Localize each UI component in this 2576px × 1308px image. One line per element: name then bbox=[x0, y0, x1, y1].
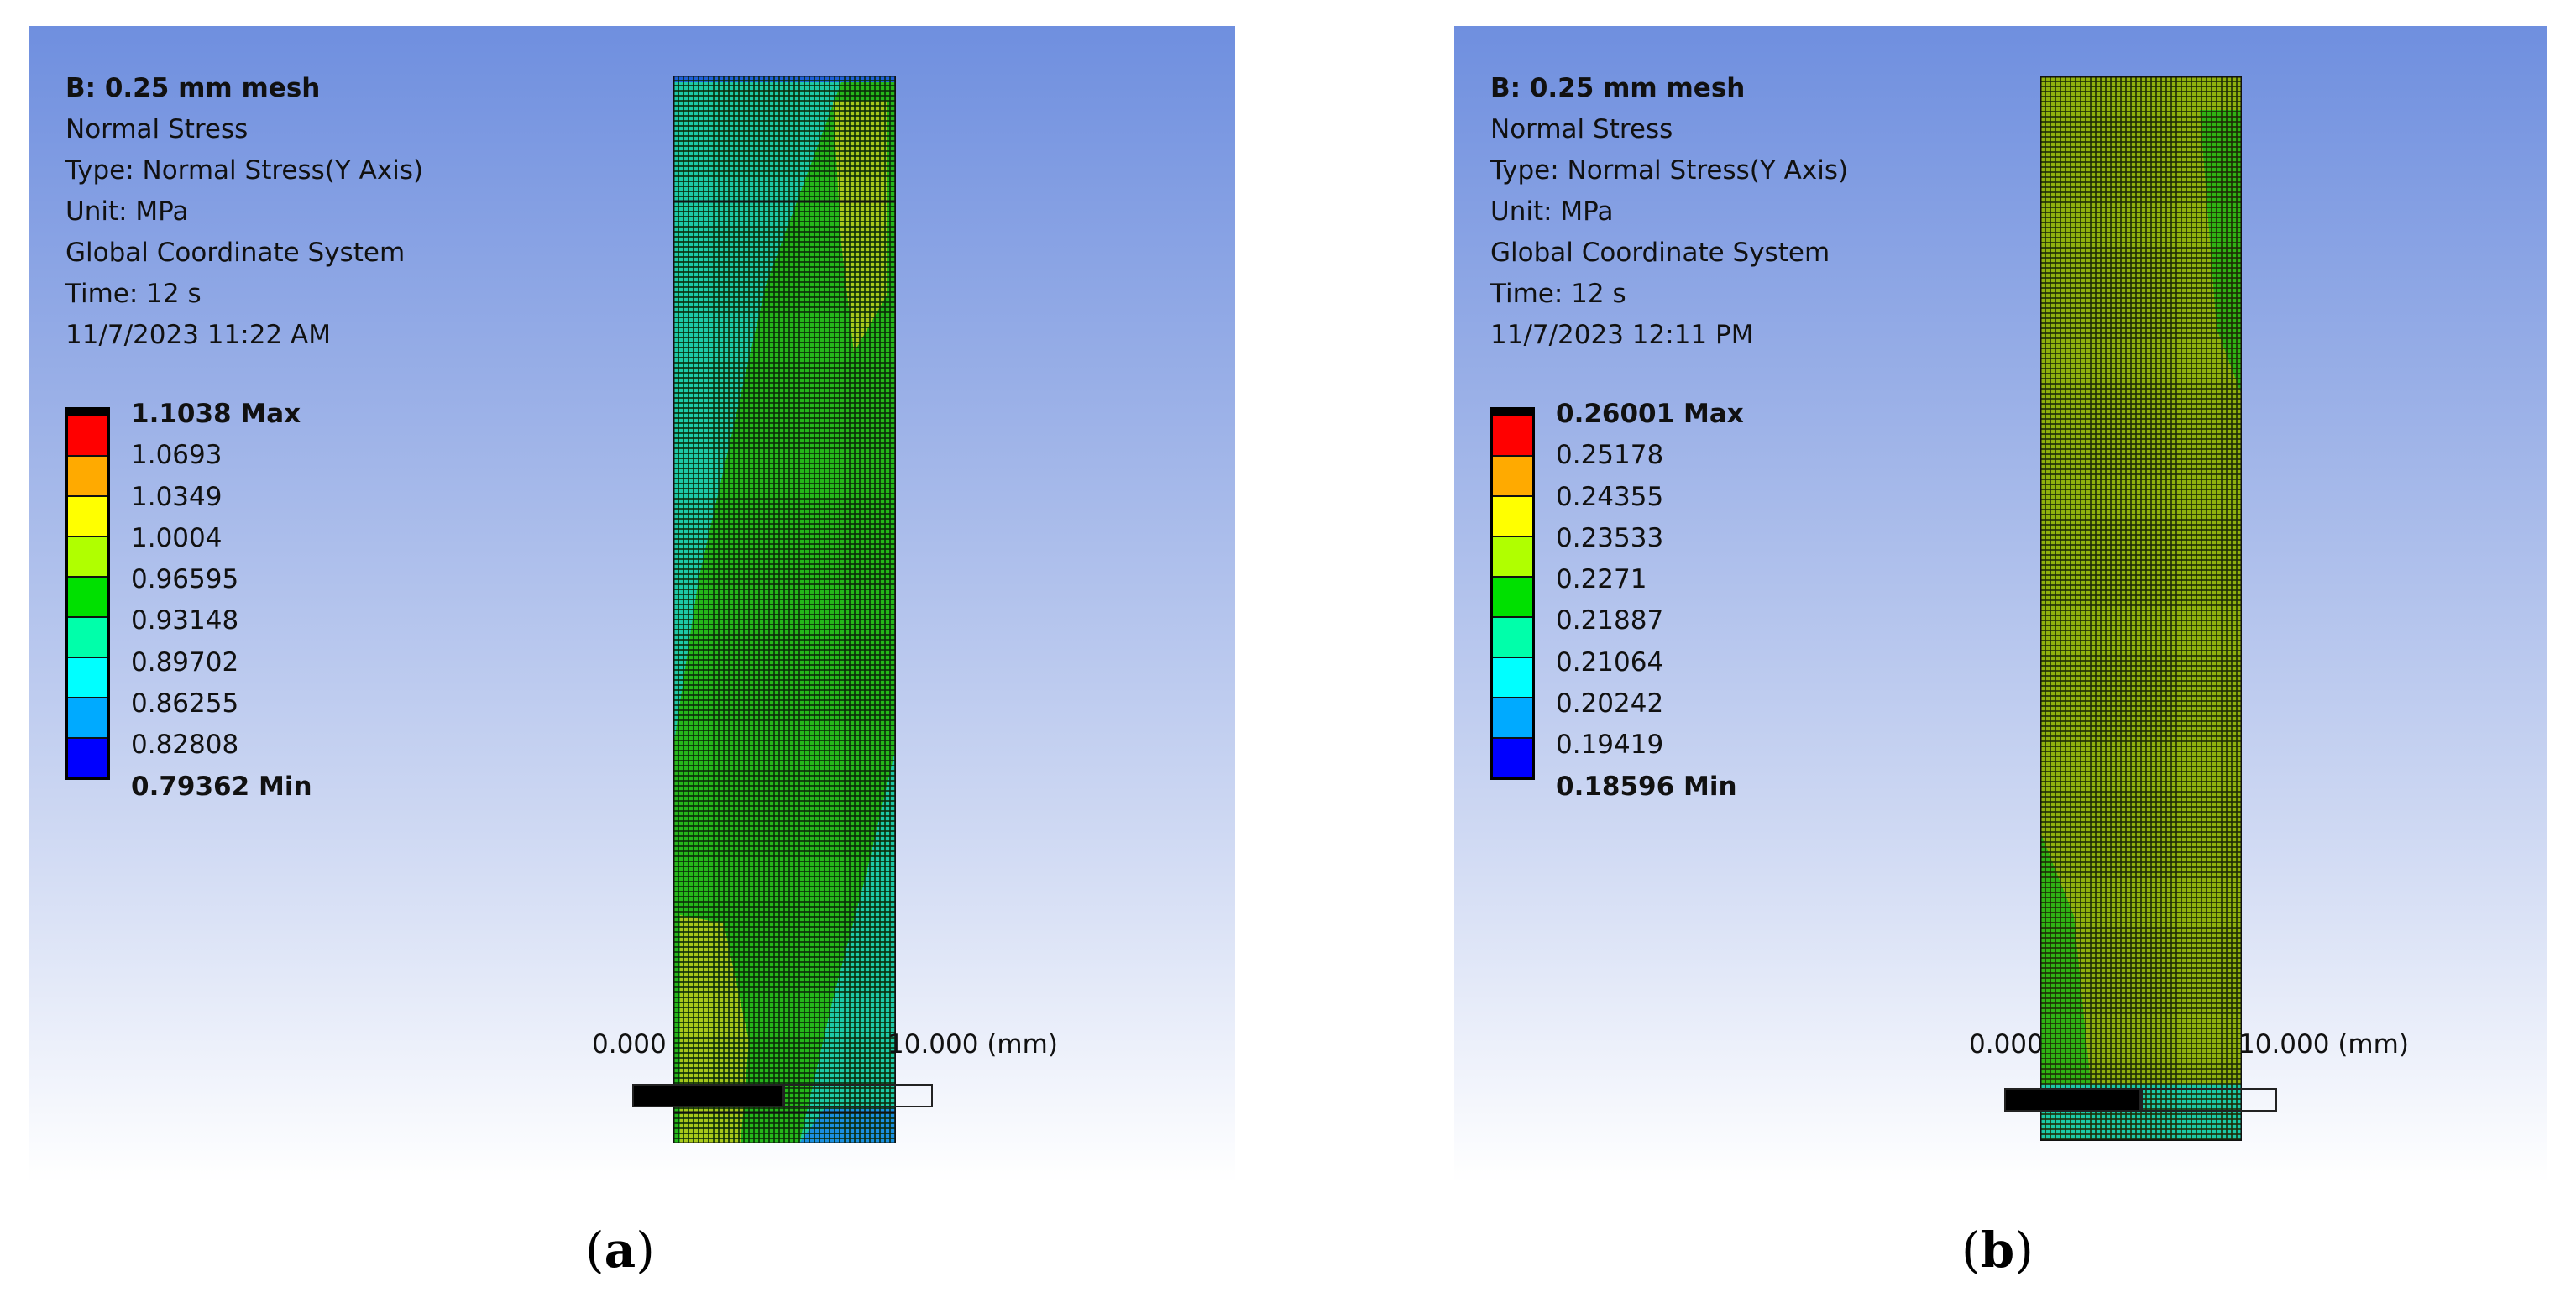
caption-paren: ( bbox=[585, 1222, 605, 1279]
legend-swatch bbox=[68, 497, 107, 537]
result-info-b: B: 0.25 mm mesh Normal Stress Type: Norm… bbox=[1490, 68, 1848, 356]
caption-paren: ) bbox=[636, 1222, 655, 1279]
result-time: Time: 12 s bbox=[65, 279, 202, 309]
caption-a: (a) bbox=[585, 1222, 655, 1279]
result-title: B: 0.25 mm mesh bbox=[65, 73, 321, 103]
legend-value: 0.20242 bbox=[1556, 688, 1664, 719]
result-coord: Global Coordinate System bbox=[65, 238, 406, 268]
result-name: Normal Stress bbox=[65, 114, 249, 144]
legend-color-bar bbox=[65, 407, 110, 780]
legend-min: 0.18596 Min bbox=[1556, 771, 1737, 802]
result-info-a: B: 0.25 mm mesh Normal Stress Type: Norm… bbox=[65, 68, 423, 356]
legend-value: 1.0349 bbox=[131, 481, 223, 512]
legend-value: 0.93148 bbox=[131, 605, 239, 636]
legend-swatch bbox=[68, 578, 107, 618]
legend-swatch-max bbox=[68, 410, 107, 416]
scale-end-label: 10.000 (mm) bbox=[887, 1029, 1058, 1059]
result-type: Type: Normal Stress(Y Axis) bbox=[1490, 155, 1849, 186]
scale-bar-dark bbox=[632, 1084, 785, 1107]
legend-swatch bbox=[68, 698, 107, 739]
legend-swatch bbox=[68, 618, 107, 658]
legend-swatch bbox=[1493, 457, 1532, 497]
caption-b: (b) bbox=[1961, 1222, 2034, 1279]
legend-value: 0.23533 bbox=[1556, 522, 1664, 553]
scale-bar-light bbox=[2139, 1088, 2277, 1112]
legend-value: 0.96595 bbox=[131, 564, 239, 595]
legend-swatch bbox=[1493, 658, 1532, 698]
result-coord: Global Coordinate System bbox=[1490, 238, 1830, 268]
result-viewport-a[interactable]: B: 0.25 mm mesh Normal Stress Type: Norm… bbox=[29, 26, 1235, 1183]
legend-swatch bbox=[68, 658, 107, 698]
scale-bar-light bbox=[782, 1084, 933, 1107]
legend-value: 0.89702 bbox=[131, 646, 239, 678]
legend-value: 0.86255 bbox=[131, 688, 239, 719]
legend-swatch bbox=[68, 739, 107, 777]
result-viewport-b[interactable]: B: 0.25 mm mesh Normal Stress Type: Norm… bbox=[1454, 26, 2547, 1183]
legend-value: 0.2271 bbox=[1556, 564, 1647, 595]
caption-letter: b bbox=[1980, 1222, 2015, 1279]
legend-value: 1.0693 bbox=[131, 440, 223, 471]
result-type: Type: Normal Stress(Y Axis) bbox=[65, 155, 424, 186]
legend-max: 1.1038 Max bbox=[131, 399, 301, 429]
legend-value: 0.19419 bbox=[1556, 730, 1664, 761]
legend-value: 0.25178 bbox=[1556, 440, 1664, 471]
result-time: Time: 12 s bbox=[1490, 279, 1626, 309]
legend-swatch bbox=[1493, 497, 1532, 537]
result-name: Normal Stress bbox=[1490, 114, 1673, 144]
legend-max: 0.26001 Max bbox=[1556, 399, 1744, 429]
scale-end-label: 10.000 (mm) bbox=[2238, 1029, 2409, 1059]
specimen-mesh-b[interactable] bbox=[2040, 76, 2242, 1141]
legend-value: 0.82808 bbox=[131, 730, 239, 761]
legend-value: 0.21064 bbox=[1556, 646, 1664, 678]
caption-letter: a bbox=[604, 1222, 636, 1279]
legend-swatch bbox=[1493, 578, 1532, 618]
legend-swatch bbox=[1493, 698, 1532, 739]
legend-swatch-max bbox=[1493, 410, 1532, 416]
scale-start-label: 0.000 bbox=[592, 1029, 667, 1059]
legend-value: 0.21887 bbox=[1556, 605, 1664, 636]
legend-swatch bbox=[1493, 618, 1532, 658]
caption-paren: ( bbox=[1961, 1222, 1981, 1279]
legend-swatch bbox=[1493, 537, 1532, 578]
legend-swatch bbox=[68, 416, 107, 457]
result-unit: Unit: MPa bbox=[65, 196, 189, 227]
legend-value: 0.24355 bbox=[1556, 481, 1664, 512]
result-datetime: 11/7/2023 11:22 AM bbox=[65, 320, 331, 350]
scale-bar-dark bbox=[2004, 1088, 2143, 1112]
legend-swatch bbox=[1493, 739, 1532, 777]
legend-swatch bbox=[1493, 416, 1532, 457]
legend-value: 1.0004 bbox=[131, 522, 223, 553]
result-unit: Unit: MPa bbox=[1490, 196, 1614, 227]
legend-color-bar bbox=[1490, 407, 1535, 780]
specimen-mesh-a[interactable] bbox=[673, 76, 896, 1143]
result-datetime: 11/7/2023 12:11 PM bbox=[1490, 320, 1754, 350]
legend-swatch bbox=[68, 537, 107, 578]
legend-min: 0.79362 Min bbox=[131, 771, 312, 802]
legend-swatch bbox=[68, 457, 107, 497]
result-title: B: 0.25 mm mesh bbox=[1490, 73, 1746, 103]
caption-paren: ) bbox=[2014, 1222, 2034, 1279]
scale-start-label: 0.000 bbox=[1969, 1029, 2044, 1059]
